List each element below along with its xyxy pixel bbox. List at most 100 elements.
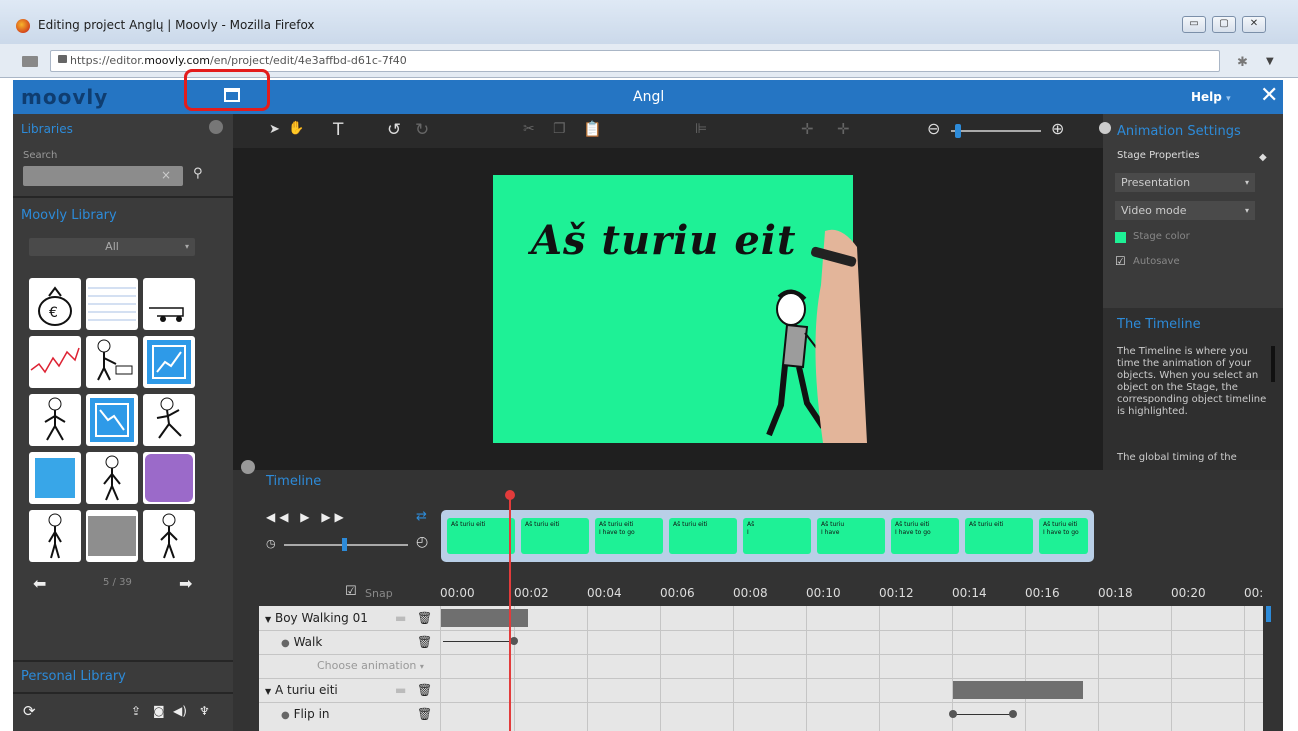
tab-groups-icon[interactable]	[22, 56, 38, 67]
asset-cart[interactable]	[143, 278, 195, 330]
camera-icon[interactable]: ◙	[153, 704, 165, 718]
stage-canvas[interactable]: Aš turiu eit	[493, 175, 867, 443]
asset-lined-paper[interactable]	[86, 278, 138, 330]
playback-controls[interactable]: ◀◀ ▶ ▶▶	[266, 510, 348, 524]
zoom-out-icon[interactable]: ⊖	[927, 119, 940, 138]
clear-search-icon[interactable]: ×	[161, 168, 171, 182]
help-scrollbar[interactable]	[1271, 346, 1275, 382]
object-duration-bar[interactable]	[441, 609, 528, 627]
arrow-right-icon[interactable]: ➡	[179, 574, 192, 593]
preview-frame[interactable]: Aš turiu eiti	[965, 518, 1033, 554]
zoom-slider-thumb[interactable]	[955, 124, 961, 138]
menu-dropdown-icon[interactable]: ▼	[1266, 56, 1274, 67]
object-duration-bar[interactable]	[953, 681, 1083, 699]
distribute-vertical-icon[interactable]: ✛	[837, 120, 850, 138]
timeline-row-animation[interactable]: ● Flip in 🗑	[259, 702, 441, 731]
preview-frame[interactable]: Aš turiu I have	[817, 518, 885, 554]
trash-icon[interactable]: 🗑	[417, 630, 432, 654]
loop-icon[interactable]: ⇄	[416, 509, 427, 524]
select-tool-icon[interactable]: ➤	[269, 122, 280, 137]
timeline-scrollbar[interactable]	[1266, 606, 1271, 622]
preview-frame[interactable]: Aš turiu eiti I have to go	[891, 518, 959, 554]
animation-settings-header: Animation Settings	[1117, 124, 1241, 139]
sound-icon[interactable]: ◀)	[173, 704, 187, 718]
preview-frame[interactable]: Aš I	[743, 518, 811, 554]
asset-woman-standing[interactable]	[29, 510, 81, 562]
preview-frame[interactable]: Aš turiu eiti	[521, 518, 589, 554]
project-title[interactable]: Angl	[633, 89, 664, 105]
keyframe-dot[interactable]	[510, 637, 518, 645]
upload-icon[interactable]: ⇪	[131, 704, 141, 718]
divider	[13, 196, 233, 198]
asset-boy-cart[interactable]	[86, 336, 138, 388]
timeline-grid[interactable]	[441, 606, 1263, 731]
preview-frame[interactable]: Aš turiu eiti I have to go	[595, 518, 663, 554]
choose-animation-select[interactable]: Choose animation ▾	[259, 654, 441, 678]
lock-icon[interactable]: ▬	[395, 678, 406, 702]
asset-chart-down-icon[interactable]	[86, 394, 138, 446]
stage-text[interactable]: Aš turiu eit	[531, 217, 796, 264]
asset-boy-running[interactable]	[143, 394, 195, 446]
preview-strip[interactable]: Aš turiu eiti Aš turiu eiti Aš turiu eit…	[441, 510, 1094, 562]
trash-icon[interactable]: 🗑	[417, 702, 432, 726]
presentation-select[interactable]: Presentation ▾	[1115, 173, 1255, 192]
preview-frame[interactable]: Aš turiu eiti	[447, 518, 515, 554]
timeline-row-object[interactable]: ▼ A turiu eiti ▬ 🗑	[259, 678, 441, 702]
addon-icon[interactable]: ✱	[1237, 55, 1248, 70]
autosave-checkbox[interactable]: ☑	[1115, 254, 1126, 268]
lock-icon[interactable]: ▬	[395, 606, 406, 630]
paste-icon[interactable]: 📋	[583, 120, 602, 138]
keyframe-dot[interactable]	[1009, 710, 1017, 718]
playhead[interactable]	[509, 494, 511, 731]
help-menu[interactable]: Help ▾	[1191, 90, 1231, 104]
refresh-icon[interactable]: ⟳	[23, 702, 36, 720]
time-tick: 00:04	[587, 586, 622, 600]
stage-color-swatch[interactable]	[1115, 232, 1126, 243]
collapse-right-icon[interactable]	[1099, 122, 1111, 134]
undo-icon[interactable]: ↺	[387, 120, 401, 140]
close-window-button[interactable]: ✕	[1242, 16, 1266, 33]
search-input[interactable]	[23, 166, 183, 186]
microphone-icon[interactable]: ♆	[199, 704, 210, 718]
asset-blue-square[interactable]	[29, 452, 81, 504]
preview-frame[interactable]: Aš turiu eiti	[669, 518, 737, 554]
collapse-left-icon[interactable]	[209, 120, 223, 134]
search-icon[interactable]: ⚲	[193, 166, 203, 181]
timeline-row-animation[interactable]: ● Walk 🗑	[259, 630, 441, 654]
timeline-row-object[interactable]: ▼ Boy Walking 01 ▬ 🗑	[259, 606, 441, 630]
timeline-zoom-thumb[interactable]	[342, 538, 347, 551]
maximize-button[interactable]: ▢	[1212, 16, 1236, 33]
asset-red-line-chart[interactable]	[29, 336, 81, 388]
trash-icon[interactable]: 🗑	[417, 606, 432, 630]
align-icon[interactable]: ⊫	[695, 121, 707, 137]
minimize-button[interactable]: ▭	[1182, 16, 1206, 33]
asset-boy-walking[interactable]	[29, 394, 81, 446]
trash-icon[interactable]: 🗑	[417, 678, 432, 702]
video-mode-select[interactable]: Video mode ▾	[1115, 201, 1255, 220]
asset-purple-square[interactable]	[143, 452, 195, 504]
asset-man-front[interactable]	[143, 510, 195, 562]
collapse-timeline-icon[interactable]	[241, 460, 255, 474]
copy-icon[interactable]: ❐	[553, 121, 566, 137]
hand-tool-icon[interactable]: ✋	[288, 121, 304, 136]
asset-chart-up-icon[interactable]	[143, 336, 195, 388]
snap-checkbox[interactable]: ☑	[345, 584, 357, 599]
distribute-horizontal-icon[interactable]: ✛	[801, 120, 814, 138]
text-tool-icon[interactable]: T	[333, 120, 343, 140]
zoom-in-icon[interactable]: ⊕	[1051, 119, 1064, 138]
keyframe-dot[interactable]	[949, 710, 957, 718]
arrow-left-icon[interactable]: ⬅	[33, 574, 46, 593]
close-editor-button[interactable]: ✕	[1260, 83, 1278, 108]
asset-gray-rectangle[interactable]	[86, 510, 138, 562]
redo-icon[interactable]: ↻	[415, 120, 429, 140]
category-select[interactable]: All ▾	[29, 238, 195, 256]
asset-money-bag[interactable]: €	[29, 278, 81, 330]
playhead-handle[interactable]	[505, 490, 515, 500]
preview-frame[interactable]: Aš turiu eiti I have to go	[1039, 518, 1088, 554]
url-text[interactable]: https://editor.moovly.com/en/project/edi…	[70, 54, 407, 67]
zoom-slider-track[interactable]	[951, 130, 1041, 132]
asset-man-standing[interactable]	[86, 452, 138, 504]
diamond-icon[interactable]: ◆	[1259, 152, 1267, 163]
cut-icon[interactable]: ✂	[523, 121, 535, 137]
clock-icon[interactable]: ◴	[416, 534, 428, 550]
